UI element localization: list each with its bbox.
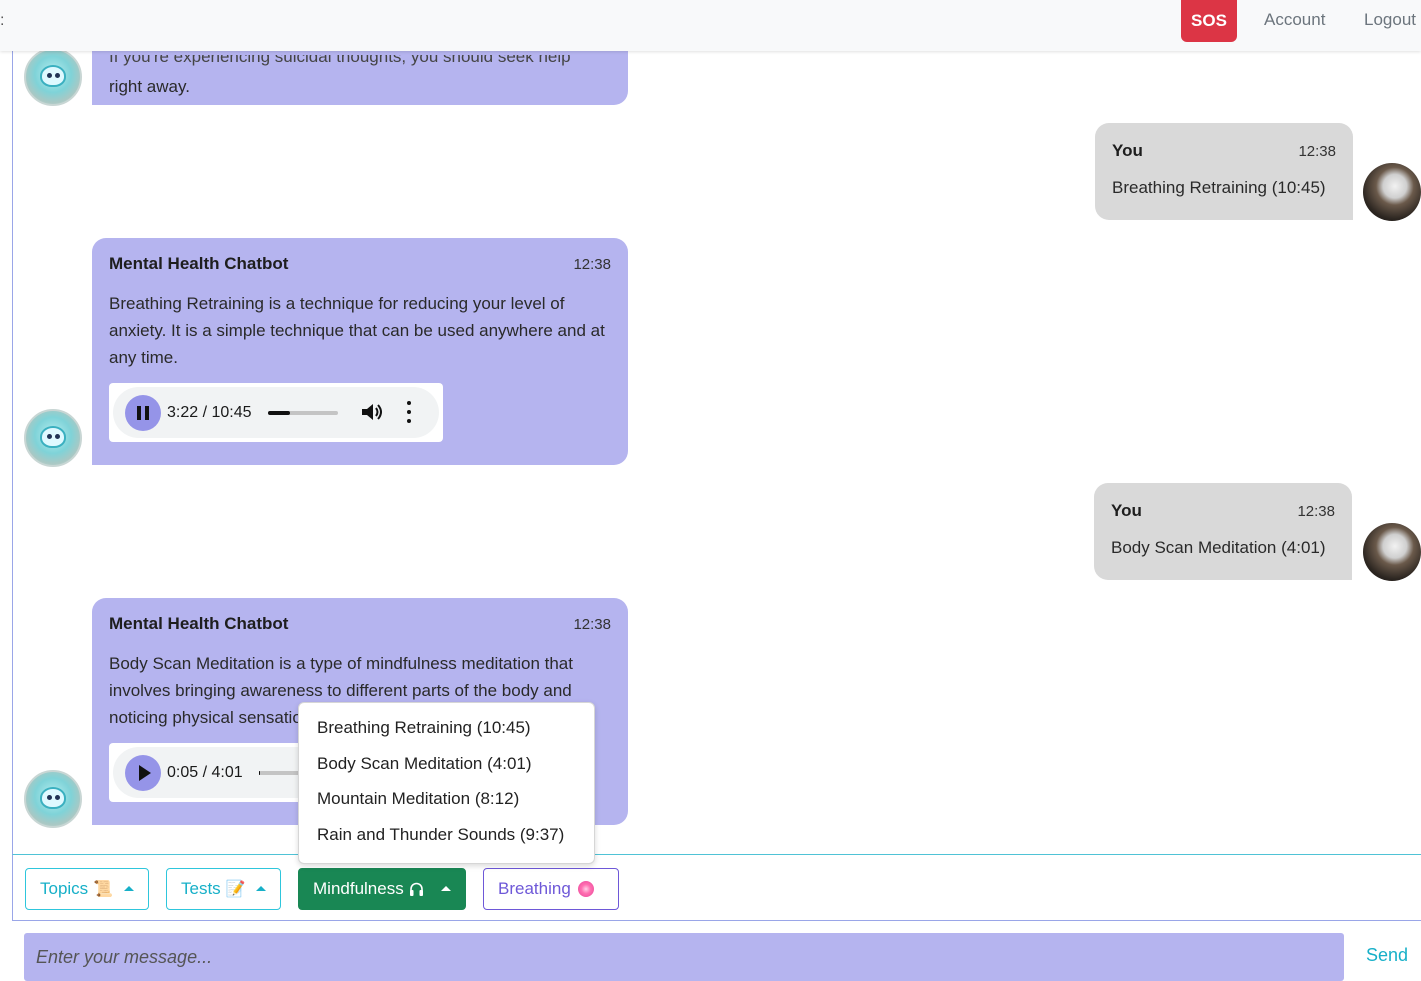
sos-button[interactable]: SOS [1181,0,1237,42]
top-navbar: : SOS Account Logout [0,0,1421,51]
message-time: 12:38 [573,615,611,633]
account-link[interactable]: Account [1264,10,1325,30]
message-sender: You [1112,141,1143,160]
audio-progress-fill [259,771,261,775]
dropdown-item-body-scan[interactable]: Body Scan Meditation (4:01) [299,746,594,782]
tests-label: Tests [181,879,221,898]
dropdown-item-rain-thunder[interactable]: Rain and Thunder Sounds (9:37) [299,817,594,853]
play-button[interactable] [125,755,161,791]
play-icon [138,765,151,781]
audio-progress-fill [268,411,291,415]
user-message: You 12:38 Body Scan Meditation (4:01) [1094,483,1352,580]
breathing-label: Breathing [498,879,571,898]
mindfulness-dropdown-button[interactable]: Mindfulness [298,868,466,910]
logout-link[interactable]: Logout [1364,10,1416,30]
topics-label: Topics [40,879,89,898]
tests-dropdown-button[interactable]: Tests 📝 [166,868,281,910]
message-text: Breathing Retraining is a technique for … [109,294,605,367]
memo-icon: 📝 [225,881,246,898]
send-button[interactable]: Send [1366,945,1408,966]
volume-icon[interactable] [360,401,386,423]
user-avatar [1363,163,1421,221]
chatbot-avatar-icon [24,409,82,467]
chatbot-avatar-icon [24,770,82,828]
audio-progress-slider[interactable] [268,411,338,415]
message-time: 12:38 [573,255,611,273]
scroll-icon: 📜 [93,881,114,898]
user-message: You 12:38 Breathing Retraining (10:45) [1095,123,1353,220]
user-avatar [1363,523,1421,581]
caret-up-icon [441,886,451,891]
bot-message: Mental Health Chatbot 12:38 Breathing Re… [92,238,628,465]
message-input-container [24,933,1344,981]
message-sender: You [1111,501,1142,520]
dropdown-item-mountain-meditation[interactable]: Mountain Meditation (8:12) [299,781,594,817]
flower-icon [577,881,594,897]
topics-dropdown-button[interactable]: Topics 📜 [25,868,149,910]
message-input[interactable] [24,933,1344,981]
chat-messages-area[interactable]: If you're experiencing suicidal thoughts… [12,51,1421,854]
partial-message-line: If you're experiencing suicidal thoughts… [109,51,571,66]
message-text: Breathing Retraining (10:45) [1112,178,1326,197]
message-time: 12:38 [1297,502,1335,520]
more-vertical-icon[interactable] [405,401,413,423]
mindfulness-label: Mindfulness [313,879,404,898]
navbar-edge-glyph: : [0,12,5,29]
bot-message-partial: If you're experiencing suicidal thoughts… [92,51,628,105]
caret-up-icon [256,886,266,891]
audio-player[interactable]: 3:22 / 10:45 [109,383,443,442]
message-sender: Mental Health Chatbot [109,254,289,273]
mindfulness-dropdown-menu: Breathing Retraining (10:45) Body Scan M… [298,702,595,864]
chatbot-avatar-icon [24,51,82,106]
quick-actions-toolbar: Topics 📜 Tests 📝 Mindfulness Breathing [12,854,1421,921]
caret-up-icon [124,886,134,891]
pause-button[interactable] [125,395,161,431]
dropdown-item-breathing-retraining[interactable]: Breathing Retraining (10:45) [299,710,594,746]
pause-icon [137,406,149,420]
audio-time-display: 3:22 / 10:45 [167,404,252,421]
headphones-icon [409,882,423,896]
message-sender: Mental Health Chatbot [109,614,289,633]
breathing-button[interactable]: Breathing [483,868,619,910]
partial-message-text: right away. [109,77,190,96]
message-text: Body Scan Meditation (4:01) [1111,538,1326,557]
message-time: 12:38 [1298,142,1336,160]
audio-time-display: 0:05 / 4:01 [167,764,243,781]
